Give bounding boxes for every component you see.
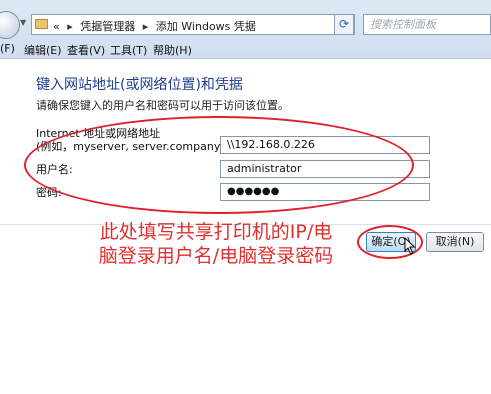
breadcrumb-add-windows-credential[interactable]: 添加 Windows 凭据 <box>156 20 256 33</box>
window-chrome: ▼ « ▸ 凭据管理器 ▸ 添加 Windows 凭据 ▼ ⟳ 搜索控制面板 (… <box>0 0 491 59</box>
breadcrumb: « ▸ 凭据管理器 ▸ 添加 Windows 凭据 <box>53 18 256 34</box>
mouse-cursor-icon <box>404 237 416 255</box>
breadcrumb-chevron[interactable]: « <box>53 20 60 33</box>
menu-tools[interactable]: 工具(T) <box>110 42 147 58</box>
back-button[interactable] <box>0 11 20 39</box>
menu-help[interactable]: 帮助(H) <box>153 42 192 58</box>
annotation-text: 此处填写共享打印机的IP/电脑登录用户名/电脑登录密码 <box>98 221 334 267</box>
history-dropdown-icon[interactable]: ▼ <box>20 18 26 27</box>
breadcrumb-separator-icon: ▸ <box>142 20 149 33</box>
refresh-button[interactable]: ⟳ <box>334 14 354 35</box>
search-input[interactable]: 搜索控制面板 <box>363 14 491 35</box>
folder-icon <box>35 19 48 29</box>
page-title: 键入网站地址(或网络位置)和凭据 <box>36 77 243 93</box>
breadcrumb-separator-icon: ▸ <box>67 20 73 33</box>
menu-bar: (F) 编辑(E) 查看(V) 工具(T) 帮助(H) <box>0 42 491 58</box>
address-bar[interactable]: « ▸ 凭据管理器 ▸ 添加 Windows 凭据 ▼ <box>31 14 355 35</box>
menu-edit[interactable]: 编辑(E) <box>24 42 62 58</box>
cancel-button[interactable]: 取消(N) <box>426 232 484 252</box>
menu-view[interactable]: 查看(V) <box>67 42 105 58</box>
breadcrumb-credential-manager[interactable]: 凭据管理器 <box>80 20 135 33</box>
form-highlight-ellipse <box>24 116 414 214</box>
page-description: 请确保您键入的用户名和密码可以用于访问该位置。 <box>36 99 289 112</box>
menu-file[interactable]: (F) <box>0 42 15 55</box>
